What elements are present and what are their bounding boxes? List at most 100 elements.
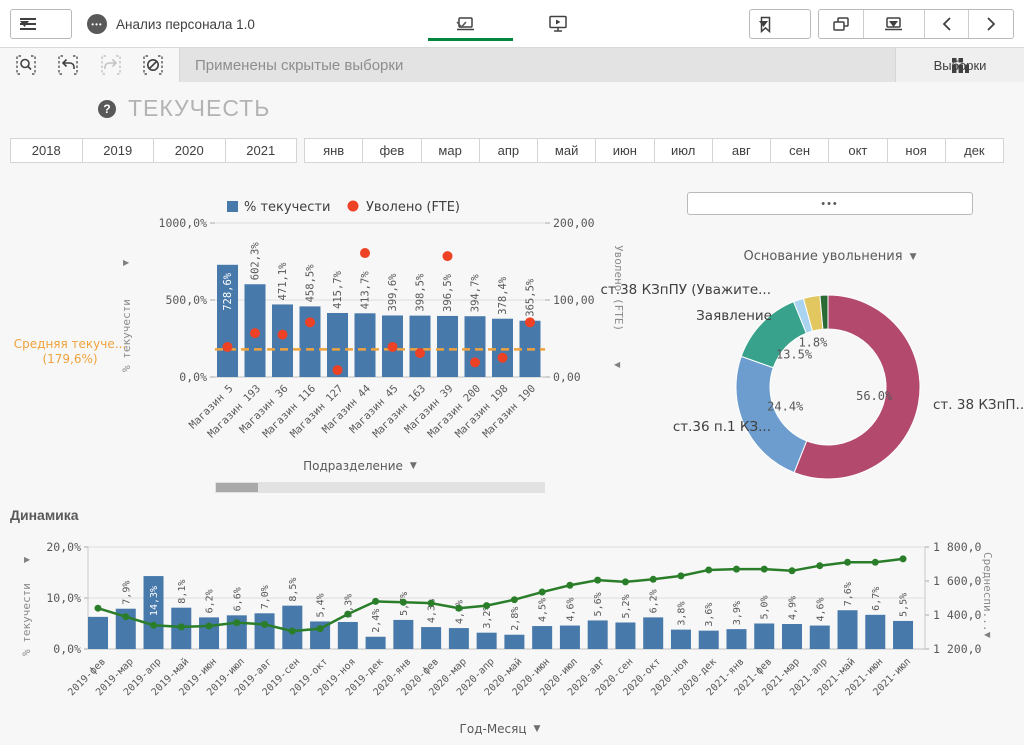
line-point-2020-май[interactable] bbox=[511, 596, 518, 603]
bar-2021-май[interactable] bbox=[838, 610, 858, 649]
line-point-2019-ноя[interactable] bbox=[344, 611, 351, 618]
selection-redo-button[interactable] bbox=[94, 50, 128, 80]
bar-2020-фев[interactable] bbox=[421, 627, 441, 649]
line-point-2021-мар[interactable] bbox=[789, 567, 796, 574]
line-point-2019-авг[interactable] bbox=[261, 621, 268, 628]
selection-search-button[interactable] bbox=[9, 50, 43, 80]
line-point-2019-июл[interactable] bbox=[233, 619, 240, 626]
point-Магазин 127[interactable] bbox=[333, 365, 343, 375]
line-point-2021-янв[interactable] bbox=[733, 566, 740, 573]
point-Магазин 5[interactable] bbox=[223, 342, 233, 352]
bar-2019-июн[interactable] bbox=[199, 617, 219, 649]
line-point-2021-май[interactable] bbox=[844, 559, 851, 566]
next-sheet-button[interactable] bbox=[968, 10, 1013, 38]
point-Магазин 45[interactable] bbox=[388, 342, 398, 352]
month-filter-ноя[interactable]: ноя bbox=[888, 138, 946, 163]
chart-scrollbar[interactable] bbox=[215, 482, 545, 493]
month-filter-май[interactable]: май bbox=[538, 138, 596, 163]
bar-2020-апр[interactable] bbox=[477, 633, 497, 649]
bar-2019-фев[interactable] bbox=[88, 617, 108, 649]
month-filter-мар[interactable]: мар bbox=[422, 138, 480, 163]
help-icon[interactable]: ? bbox=[98, 100, 116, 118]
line-point-2019-дек[interactable] bbox=[372, 598, 379, 605]
line-point-2021-июн[interactable] bbox=[872, 559, 879, 566]
line-point-2021-апр[interactable] bbox=[816, 562, 823, 569]
point-Магазин 198[interactable] bbox=[498, 353, 508, 363]
dimension-selector-reason[interactable]: Основание увольнения▼ bbox=[700, 249, 960, 264]
global-menu-button[interactable] bbox=[10, 9, 72, 39]
month-filter-дек[interactable]: дек bbox=[946, 138, 1004, 163]
bar-2021-апр[interactable] bbox=[810, 626, 830, 649]
line-point-2020-апр[interactable] bbox=[483, 602, 490, 609]
point-Магазин 44[interactable] bbox=[360, 248, 370, 258]
bar-2020-дек[interactable] bbox=[699, 631, 719, 649]
bar-Магазин 36[interactable] bbox=[272, 304, 293, 377]
bar-Магазин 44[interactable] bbox=[355, 313, 376, 377]
line-point-2020-сен[interactable] bbox=[622, 578, 629, 585]
line-point-2020-мар[interactable] bbox=[455, 605, 462, 612]
bookmark-button[interactable] bbox=[749, 9, 811, 39]
bar-2020-окт[interactable] bbox=[643, 617, 663, 649]
line-point-2020-ноя[interactable] bbox=[677, 572, 684, 579]
point-Магазин 36[interactable] bbox=[278, 330, 288, 340]
bar-2021-фев[interactable] bbox=[754, 624, 774, 650]
bar-2019-сен[interactable] bbox=[282, 606, 302, 649]
month-filter-окт[interactable]: окт bbox=[829, 138, 887, 163]
sheet-list-button[interactable] bbox=[863, 10, 924, 38]
line-point-2019-сен[interactable] bbox=[289, 628, 296, 635]
duplicate-sheet-button[interactable] bbox=[819, 10, 863, 38]
bar-Магазин 200[interactable] bbox=[465, 316, 486, 377]
line-point-2019-апр[interactable] bbox=[150, 622, 157, 629]
line-point-2020-дек[interactable] bbox=[705, 566, 712, 573]
month-filter-июл[interactable]: июл bbox=[655, 138, 713, 163]
bar-2019-авг[interactable] bbox=[255, 613, 275, 649]
line-point-2019-окт[interactable] bbox=[317, 625, 324, 632]
month-filter-янв[interactable]: янв bbox=[304, 138, 363, 163]
sheet-selector-button[interactable] bbox=[452, 9, 512, 39]
line-point-2021-июл[interactable] bbox=[900, 555, 907, 562]
month-filter-сен[interactable]: сен bbox=[771, 138, 829, 163]
month-filter-июн[interactable]: июн bbox=[596, 138, 654, 163]
line-point-2020-окт[interactable] bbox=[650, 576, 657, 583]
month-filter-авг[interactable]: авг bbox=[713, 138, 771, 163]
bar-2021-мар[interactable] bbox=[782, 624, 802, 649]
bar-Магазин 163[interactable] bbox=[410, 316, 431, 377]
donut-slice-1[interactable] bbox=[736, 356, 807, 472]
dimension-selector-year-month[interactable]: Год-Месяц▼ bbox=[400, 722, 600, 736]
point-Магазин 190[interactable] bbox=[525, 317, 535, 327]
prev-sheet-button[interactable] bbox=[924, 10, 969, 38]
line-point-2019-май[interactable] bbox=[178, 623, 185, 630]
year-filter-2019[interactable]: 2019 bbox=[83, 138, 155, 163]
bar-2020-мар[interactable] bbox=[449, 628, 469, 649]
selection-clear-button[interactable] bbox=[136, 50, 170, 80]
bar-2019-ноя[interactable] bbox=[338, 622, 358, 649]
bar-2020-авг[interactable] bbox=[588, 620, 608, 649]
dimension-selector-department[interactable]: Подразделение▼ bbox=[260, 459, 460, 473]
year-filter-2020[interactable]: 2020 bbox=[154, 138, 226, 163]
point-Магазин 200[interactable] bbox=[470, 357, 480, 367]
point-Магазин 116[interactable] bbox=[305, 317, 315, 327]
bar-2020-май[interactable] bbox=[504, 635, 524, 649]
point-Магазин 163[interactable] bbox=[415, 348, 425, 358]
year-filter-2018[interactable]: 2018 bbox=[10, 138, 83, 163]
bar-Магазин 116[interactable] bbox=[300, 306, 321, 377]
selection-undo-button[interactable] bbox=[51, 50, 85, 80]
line-point-2020-авг[interactable] bbox=[594, 577, 601, 584]
line-point-2020-июл[interactable] bbox=[566, 582, 573, 589]
line-point-2021-фев[interactable] bbox=[761, 566, 768, 573]
line-point-2020-янв[interactable] bbox=[400, 599, 407, 606]
month-filter-фев[interactable]: фев bbox=[363, 138, 421, 163]
bar-2020-июн[interactable] bbox=[532, 626, 552, 649]
bar-2019-дек[interactable] bbox=[366, 637, 386, 649]
bar-2021-июн[interactable] bbox=[865, 615, 885, 649]
bar-2021-июл[interactable] bbox=[893, 621, 913, 649]
year-filter-2021[interactable]: 2021 bbox=[226, 138, 298, 163]
line-point-2019-фев[interactable] bbox=[95, 605, 102, 612]
bar-Магазин 198[interactable] bbox=[492, 319, 513, 377]
bar-2020-янв[interactable] bbox=[393, 620, 413, 649]
chart-scrollbar-thumb[interactable] bbox=[216, 483, 258, 492]
line-point-2020-июн[interactable] bbox=[539, 589, 546, 596]
bar-2020-ноя[interactable] bbox=[671, 630, 691, 649]
selections-tool-button[interactable]: Выборки bbox=[895, 48, 1024, 82]
line-point-2020-фев[interactable] bbox=[428, 600, 435, 607]
